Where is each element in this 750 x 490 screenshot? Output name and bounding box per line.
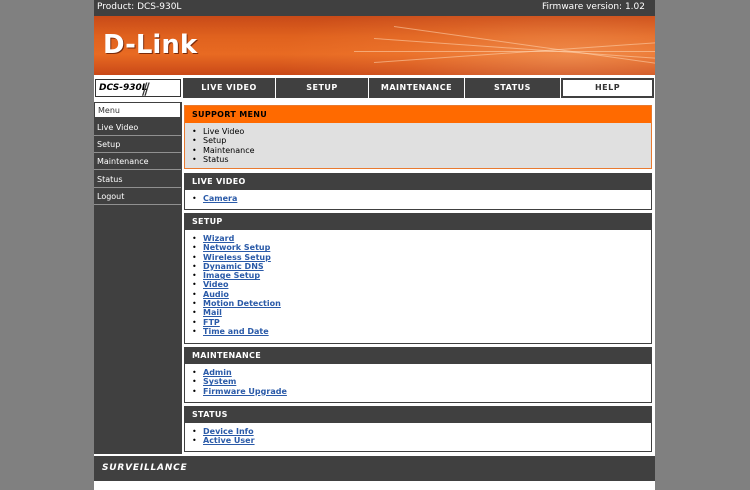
support-menu-panel: SUPPORT MENU Live Video Setup Maintenanc… [184, 105, 652, 169]
time-and-date-link[interactable]: Time and Date [203, 327, 269, 336]
list-item: Live Video [192, 127, 651, 137]
setup-links: Wizard Network Setup Wireless Setup Dyna… [185, 230, 651, 339]
live-video-links: Camera [185, 190, 651, 206]
list-item: FTP [192, 318, 651, 328]
product-label: Product: DCS-930L [97, 2, 182, 12]
motion-detection-link[interactable]: Motion Detection [203, 299, 281, 308]
list-item: Admin [192, 368, 651, 378]
header-banner: D-Link [94, 16, 655, 75]
video-link[interactable]: Video [203, 280, 228, 289]
page-frame: Product: DCS-930L Firmware version: 1.02… [94, 0, 655, 490]
list-item: Camera [192, 194, 651, 204]
list-item: Device Info [192, 427, 651, 437]
list-item: Video [192, 280, 651, 290]
network-setup-link[interactable]: Network Setup [203, 243, 270, 252]
image-setup-link[interactable]: Image Setup [203, 271, 260, 280]
list-item: Maintenance [192, 146, 651, 156]
tab-setup[interactable]: SETUP [276, 78, 369, 98]
support-menu-list: Live Video Setup Maintenance Status [185, 123, 651, 167]
tab-maintenance[interactable]: MAINTENANCE [369, 78, 465, 98]
list-item: Wizard [192, 234, 651, 244]
sidebar-item-setup[interactable]: Setup [94, 137, 181, 153]
ftp-link[interactable]: FTP [203, 318, 220, 327]
sidebar-item-status[interactable]: Status [94, 172, 181, 188]
list-item: Mail [192, 308, 651, 318]
setup-panel: SETUP Wizard Network Setup Wireless Setu… [184, 213, 652, 344]
list-item: Status [192, 155, 651, 165]
sidebar: Menu Live Video Setup Maintenance Status… [94, 102, 182, 454]
sidebar-item-menu[interactable]: Menu [94, 102, 181, 118]
main-nav: DCS-930L // LIVE VIDEO SETUP MAINTENANCE… [94, 77, 655, 98]
footer: SURVEILLANCE [94, 456, 655, 481]
sidebar-item-logout[interactable]: Logout [94, 189, 181, 205]
list-item: Time and Date [192, 327, 651, 337]
audio-link[interactable]: Audio [203, 290, 229, 299]
support-menu-title: SUPPORT MENU [185, 106, 651, 123]
surveillance-brand: SURVEILLANCE [102, 463, 188, 473]
list-item: Active User [192, 436, 651, 446]
list-item: Setup [192, 136, 651, 146]
list-item: Wireless Setup [192, 253, 651, 263]
device-info-link[interactable]: Device Info [203, 427, 254, 436]
list-item: Image Setup [192, 271, 651, 281]
admin-link[interactable]: Admin [203, 368, 232, 377]
setup-title: SETUP [185, 214, 651, 230]
camera-link[interactable]: Camera [203, 194, 237, 203]
sidebar-item-maintenance[interactable]: Maintenance [94, 154, 181, 170]
maintenance-panel: MAINTENANCE Admin System Firmware Upgrad… [184, 347, 652, 403]
model-slashes: // [142, 79, 150, 98]
firmware-upgrade-link[interactable]: Firmware Upgrade [203, 387, 287, 396]
list-item: Firmware Upgrade [192, 387, 651, 397]
tab-live-video[interactable]: LIVE VIDEO [183, 78, 276, 98]
list-item: Dynamic DNS [192, 262, 651, 272]
model-badge: DCS-930L // [95, 79, 181, 98]
status-title: STATUS [185, 407, 651, 423]
live-video-panel: LIVE VIDEO Camera [184, 173, 652, 210]
wizard-link[interactable]: Wizard [203, 234, 234, 243]
firmware-version: Firmware version: 1.02 [541, 2, 645, 12]
status-links: Device Info Active User [185, 423, 651, 449]
tab-status[interactable]: STATUS [465, 78, 561, 98]
status-panel: STATUS Device Info Active User [184, 406, 652, 452]
maintenance-title: MAINTENANCE [185, 348, 651, 364]
dynamic-dns-link[interactable]: Dynamic DNS [203, 262, 264, 271]
list-item: Network Setup [192, 243, 651, 253]
active-user-link[interactable]: Active User [203, 436, 255, 445]
sidebar-item-live-video[interactable]: Live Video [94, 120, 181, 136]
system-link[interactable]: System [203, 377, 236, 386]
wireless-setup-link[interactable]: Wireless Setup [203, 253, 271, 262]
list-item: Audio [192, 290, 651, 300]
maintenance-links: Admin System Firmware Upgrade [185, 364, 651, 399]
list-item: System [192, 377, 651, 387]
top-info-bar: Product: DCS-930L Firmware version: 1.02 [94, 0, 655, 16]
model-name: DCS-930L [99, 83, 148, 93]
live-video-title: LIVE VIDEO [185, 174, 651, 190]
list-item: Motion Detection [192, 299, 651, 309]
dlink-logo: D-Link [103, 30, 198, 60]
mail-link[interactable]: Mail [203, 308, 222, 317]
tab-help[interactable]: HELP [561, 78, 654, 98]
